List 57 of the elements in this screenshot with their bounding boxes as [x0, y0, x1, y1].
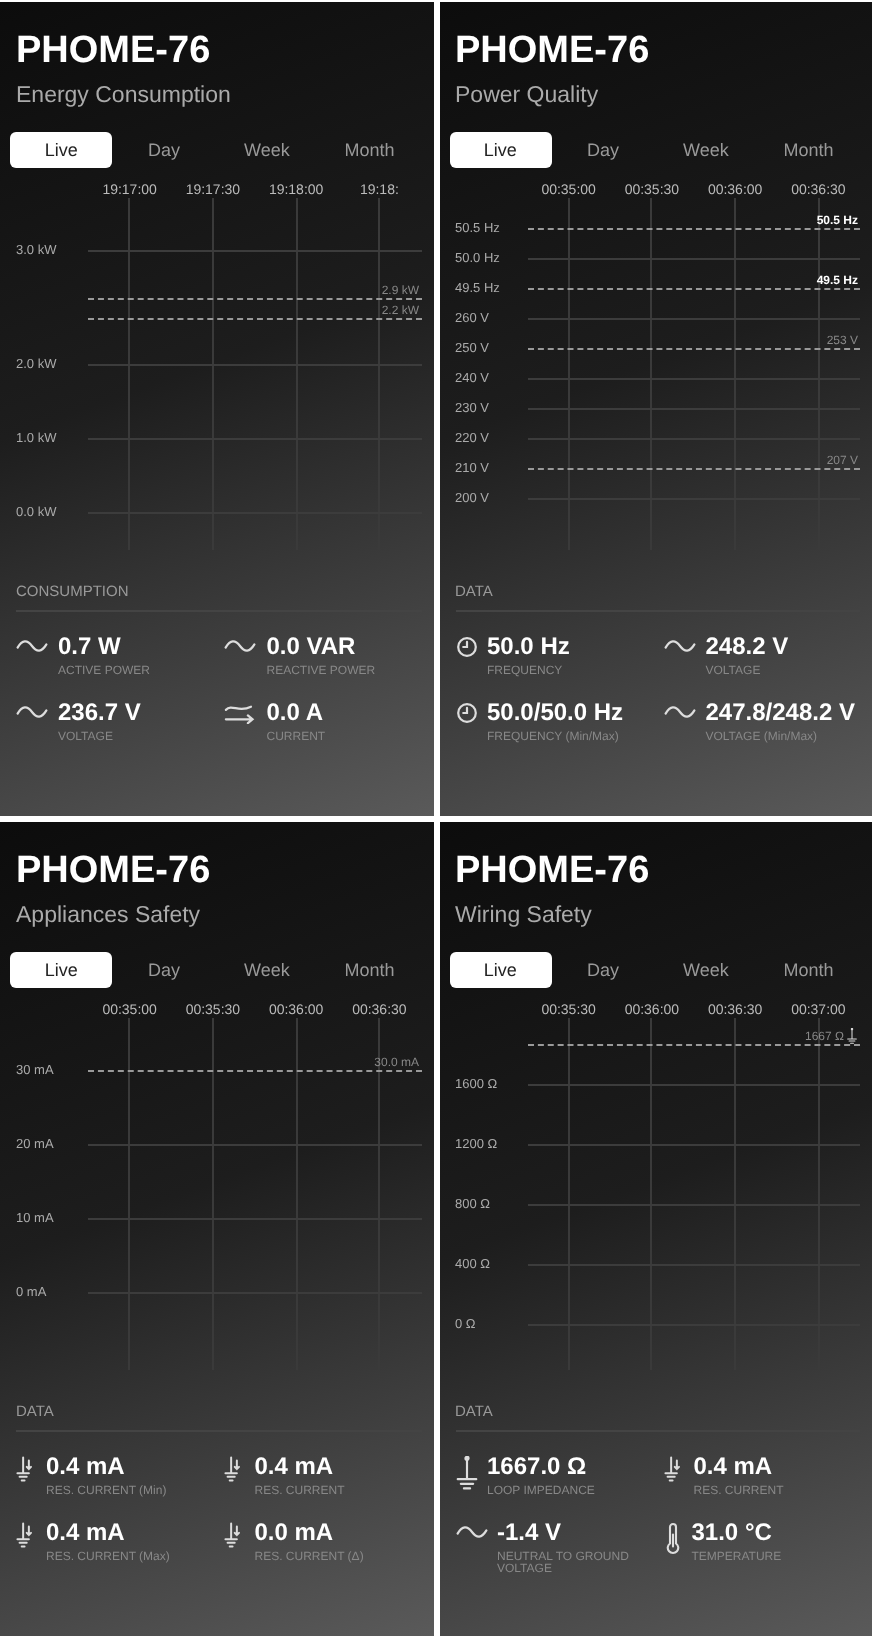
- period-tab[interactable]: Month: [757, 132, 860, 168]
- period-tab[interactable]: Week: [215, 132, 319, 168]
- reading-value: 0.0 A: [266, 698, 325, 726]
- reading-value: 0.4 mA: [254, 1452, 336, 1480]
- ground-current-icon: [663, 1456, 684, 1482]
- reading-value: 0.4 mA: [46, 1518, 127, 1546]
- reading-value: 0.4 mA: [693, 1452, 775, 1480]
- wave-icon: [16, 636, 48, 656]
- period-tab[interactable]: Live: [449, 132, 552, 168]
- period-tab[interactable]: Live: [449, 952, 552, 988]
- reading-value: 248.2 V: [705, 632, 789, 660]
- reading-value: 247.8/248.2 V: [705, 698, 855, 726]
- period-tab[interactable]: Day: [112, 952, 216, 988]
- screen-title: Energy Consumption: [16, 84, 233, 108]
- ground-icon: [846, 1027, 858, 1043]
- period-tab[interactable]: Day: [112, 132, 216, 168]
- ground-current-icon: [16, 1522, 36, 1548]
- wave-icon: [455, 1522, 487, 1542]
- screen-title: Power Quality: [455, 84, 601, 108]
- period-tab[interactable]: Day: [551, 952, 655, 988]
- reading-value: 0.7 W: [58, 632, 123, 660]
- period-tab[interactable]: Live: [10, 952, 113, 988]
- reading-value: 0.0 VAR: [266, 632, 358, 660]
- period-tab[interactable]: Live: [10, 132, 113, 168]
- reading-value: -1.4 V: [497, 1518, 564, 1546]
- reading-value: 236.7 V: [58, 698, 141, 726]
- screen-title: Appliances Safety: [16, 904, 203, 928]
- device-name: PHOME-76: [16, 850, 213, 894]
- wave-icon: [663, 636, 696, 656]
- reading-value: 1667.0 Ω: [487, 1452, 589, 1480]
- period-tab[interactable]: Week: [215, 952, 319, 988]
- screen-title: Wiring Safety: [455, 904, 594, 928]
- ground-current-icon: [224, 1522, 245, 1548]
- period-tab[interactable]: Month: [757, 952, 860, 988]
- ground-icon: [455, 1456, 477, 1490]
- clock-icon: [455, 636, 477, 658]
- reading-value: 0.0 mA: [254, 1518, 336, 1546]
- reading-value: 50.0/50.0 Hz: [487, 698, 624, 726]
- ground-current-icon: [16, 1456, 36, 1482]
- device-name: PHOME-76: [16, 30, 213, 74]
- reading-value: 31.0 °C: [691, 1518, 774, 1546]
- device-name: PHOME-76: [455, 30, 652, 74]
- period-tab[interactable]: Week: [654, 132, 758, 168]
- wave-icon: [663, 702, 696, 722]
- reading-value: 0.4 mA: [46, 1452, 127, 1480]
- thermometer-icon: [663, 1522, 682, 1556]
- clock-icon: [455, 702, 477, 724]
- device-name: PHOME-76: [455, 850, 652, 894]
- wave-icon: [224, 636, 257, 656]
- period-tab[interactable]: Month: [318, 952, 421, 988]
- current-arrows-icon: [224, 702, 257, 724]
- wave-icon: [16, 702, 48, 722]
- period-tab[interactable]: Week: [654, 952, 758, 988]
- period-tab[interactable]: Month: [318, 132, 421, 168]
- ground-current-icon: [224, 1456, 245, 1482]
- reading-value: 50.0 Hz: [487, 632, 570, 660]
- period-tab[interactable]: Day: [551, 132, 655, 168]
